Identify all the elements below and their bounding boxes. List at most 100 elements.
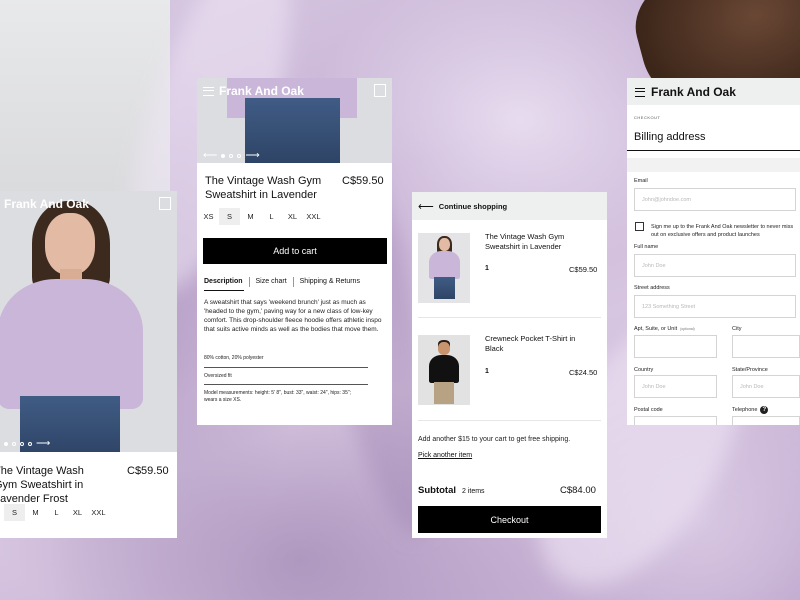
carousel-dot[interactable] <box>20 442 24 446</box>
city-label: City <box>732 326 742 332</box>
size-option[interactable]: XS <box>198 208 219 225</box>
carousel-dot[interactable] <box>28 442 32 446</box>
arrow-left-icon[interactable]: ⟵ <box>203 151 217 161</box>
tab-size-chart[interactable]: Size chart <box>248 277 293 287</box>
size-option[interactable]: M <box>25 504 46 521</box>
bag-icon[interactable] <box>374 84 386 97</box>
size-option[interactable]: S <box>4 504 25 521</box>
tab-shipping-returns[interactable]: Shipping & Returns <box>292 277 366 287</box>
fit-text: Oversized fit <box>204 373 232 379</box>
product-price: C$59.50 <box>127 465 169 477</box>
menu-icon[interactable] <box>635 87 645 97</box>
product-detail-card: Frank And Oak ⟵ ⟶ The Vintage Wash Gym S… <box>197 78 392 425</box>
size-option[interactable]: XXL <box>303 208 324 225</box>
carousel-dot[interactable] <box>221 154 226 158</box>
apt-field[interactable] <box>634 335 717 358</box>
cart-item-title[interactable]: The Vintage Wash Gym Sweatshirt in Laven… <box>485 232 585 252</box>
telephone-field[interactable] <box>732 416 800 425</box>
carousel-indicator[interactable]: ⟵ ⟶ <box>203 151 260 161</box>
arrow-right-icon[interactable]: ⟶ <box>245 151 259 161</box>
size-selector[interactable]: XS S M L XL XXL <box>198 208 324 225</box>
help-icon[interactable]: ? <box>760 406 769 414</box>
brand-logo[interactable]: Frank And Oak <box>203 84 304 98</box>
pick-another-item-link[interactable]: Pick another item <box>418 452 472 459</box>
size-option[interactable]: M <box>240 208 261 225</box>
cart-item-qty[interactable]: 1 <box>485 368 489 375</box>
size-option[interactable]: XL <box>67 504 88 521</box>
state-field[interactable]: John Doe <box>732 375 800 398</box>
model-sweatshirt <box>0 279 143 409</box>
product-photo[interactable]: Frank And Oak ⟵ ⟶ <box>197 78 392 163</box>
divider <box>204 367 368 368</box>
telephone-label: Telephone ? <box>732 406 769 414</box>
size-selector[interactable]: S M L XL XXL <box>4 504 109 521</box>
product-photo[interactable]: Frank And Oak ⟶ <box>0 191 177 452</box>
model-tshirt <box>429 355 459 383</box>
divider <box>418 420 601 421</box>
street-label: Street address <box>634 285 670 291</box>
model-pants <box>434 382 454 404</box>
size-option[interactable]: XL <box>282 208 303 225</box>
product-photo <box>418 233 470 303</box>
postal-code-label: Postal code <box>634 407 663 413</box>
divider <box>204 384 368 385</box>
product-title[interactable]: The Vintage Wash Gym Sweatshirt in Laven… <box>0 464 109 506</box>
subtotal-label: Subtotal <box>418 485 456 496</box>
carousel-dot[interactable] <box>12 442 16 446</box>
carousel-dot[interactable] <box>229 154 234 158</box>
tab-description[interactable]: Description <box>204 277 249 287</box>
street-field[interactable]: 123 Something Street <box>634 295 796 318</box>
continue-shopping-link[interactable]: Continue shopping <box>439 202 507 211</box>
material-text: 80% cotton, 20% polyester <box>204 355 264 361</box>
cart-header[interactable]: ⟵ Continue shopping <box>412 192 607 220</box>
bag-icon[interactable] <box>159 197 171 210</box>
product-price: C$59.50 <box>342 175 384 187</box>
tab-underline <box>204 290 244 291</box>
detail-tabs[interactable]: Description Size chart Shipping & Return… <box>204 277 366 287</box>
country-field[interactable]: John Doe <box>634 375 717 398</box>
page-title: Billing address <box>634 131 706 143</box>
menu-icon[interactable] <box>203 86 214 96</box>
checkout-button[interactable]: Checkout <box>418 506 601 533</box>
billing-card: Frank And Oak CHECKOUT Billing address E… <box>627 78 800 425</box>
model-face <box>45 213 95 275</box>
cart-card: ⟵ Continue shopping The Vintage Wash Gym… <box>412 192 607 538</box>
cart-item-qty[interactable]: 1 <box>485 265 489 272</box>
cart-item-thumbnail[interactable] <box>418 335 470 405</box>
divider <box>627 150 800 151</box>
add-to-cart-button[interactable]: Add to cart <box>203 238 387 264</box>
brand-logo[interactable]: Frank And Oak <box>635 85 736 99</box>
city-field[interactable] <box>732 335 800 358</box>
size-option[interactable]: L <box>261 208 282 225</box>
apt-label: Apt, Suite, or Unit (optional) <box>634 326 695 332</box>
arrow-left-icon[interactable]: ⟵ <box>418 200 434 213</box>
brand-logo[interactable]: Frank And Oak <box>4 197 89 211</box>
email-label: Email <box>634 178 648 184</box>
size-option[interactable]: L <box>46 504 67 521</box>
model-face <box>438 342 450 355</box>
email-field[interactable]: John@johndoe.com <box>634 188 796 211</box>
state-label: State/Province <box>732 367 768 373</box>
carousel-dot[interactable] <box>237 154 242 158</box>
full-name-field[interactable]: John Doe <box>634 254 796 277</box>
carousel-dot[interactable] <box>4 442 8 446</box>
cart-item-title[interactable]: Crewneck Pocket T-Shirt in Black <box>485 334 580 354</box>
full-name-label: Full name <box>634 244 659 250</box>
arrow-right-icon[interactable]: ⟶ <box>36 439 50 449</box>
checkout-step-label: CHECKOUT <box>634 115 661 120</box>
size-option[interactable]: S <box>219 208 240 225</box>
size-option[interactable]: XXL <box>88 504 109 521</box>
product-description: A sweatshirt that says 'weekend brunch' … <box>204 299 382 333</box>
product-title: The Vintage Wash Gym Sweatshirt in Laven… <box>205 175 322 201</box>
postal-code-field[interactable] <box>634 416 717 425</box>
product-photo <box>418 335 470 405</box>
model-sweatshirt <box>429 251 460 279</box>
cart-item-thumbnail[interactable] <box>418 233 470 303</box>
newsletter-checkbox[interactable] <box>635 222 644 231</box>
carousel-indicator[interactable]: ⟶ <box>4 439 50 449</box>
product-card[interactable]: Frank And Oak ⟶ The Vintage Wash Gym Swe… <box>0 191 177 538</box>
section-gap <box>627 158 800 172</box>
divider <box>418 317 601 318</box>
shipping-note: Add another $15 to your cart to get free… <box>418 436 571 443</box>
subtotal: Subtotal 2 items <box>418 485 485 496</box>
